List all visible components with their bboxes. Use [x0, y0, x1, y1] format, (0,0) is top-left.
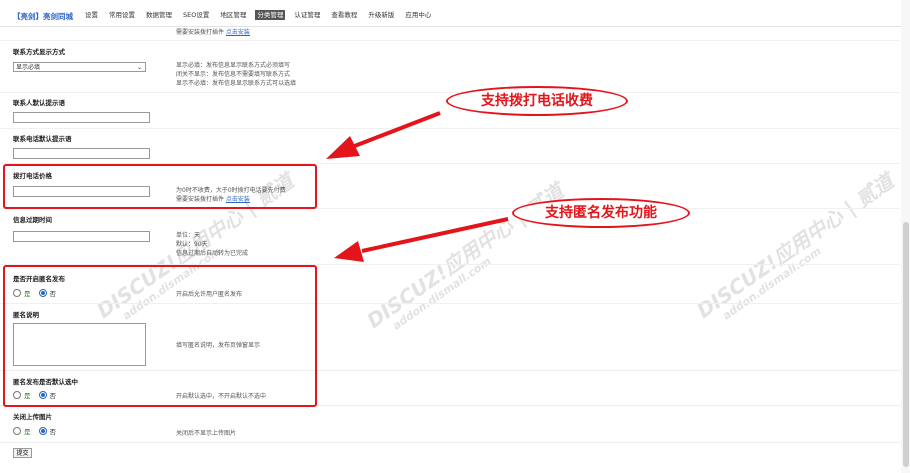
arrow-icon: [351, 111, 441, 149]
arrow-head-icon: [334, 241, 364, 262]
annotation-arrows: [326, 111, 509, 262]
scrollbar[interactable]: [901, 0, 910, 473]
arrow-icon: [361, 217, 509, 253]
scrollbar-thumb[interactable]: [903, 222, 909, 467]
arrow-head-icon: [326, 136, 360, 159]
